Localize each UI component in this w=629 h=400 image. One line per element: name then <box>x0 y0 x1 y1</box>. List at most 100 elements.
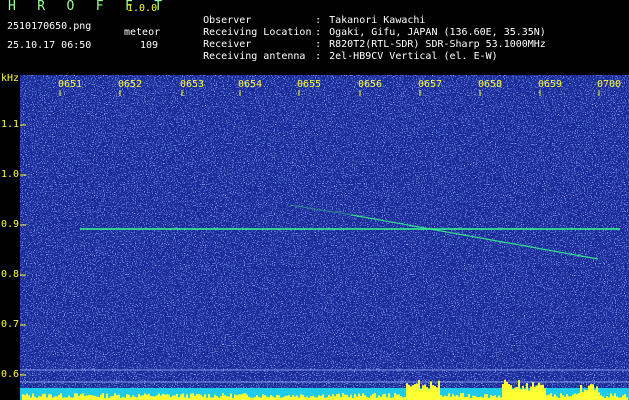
level-bar <box>554 394 556 400</box>
level-bar <box>494 395 496 400</box>
level-bar <box>328 394 330 400</box>
level-bar <box>510 385 512 400</box>
level-bar <box>568 396 570 400</box>
level-bar <box>412 385 414 400</box>
x-tick-label: 0700 <box>597 79 622 90</box>
level-bar <box>416 383 418 400</box>
level-bar <box>58 394 60 400</box>
level-bar <box>502 384 504 400</box>
level-bar <box>424 384 426 400</box>
x-tick-label: 0659 <box>538 79 563 90</box>
level-bar <box>264 395 266 400</box>
level-bar <box>342 393 344 400</box>
level-bar <box>190 393 192 400</box>
level-bar <box>158 393 160 400</box>
level-bar <box>86 395 88 400</box>
level-bar <box>418 379 420 400</box>
level-bar <box>454 396 456 400</box>
x-tick-label: 0657 <box>418 79 443 90</box>
level-bar <box>512 389 514 400</box>
level-bar <box>270 395 272 400</box>
level-bar <box>330 396 332 400</box>
level-bar <box>32 393 34 400</box>
level-bar <box>388 393 390 400</box>
level-bar <box>526 383 528 400</box>
level-bar <box>40 396 42 400</box>
level-bar <box>408 384 410 400</box>
level-bar <box>588 385 590 400</box>
level-bar <box>384 393 386 400</box>
level-bar <box>222 393 224 400</box>
y-tick-label: 1.0 <box>1 169 20 180</box>
level-bar <box>370 395 372 400</box>
level-bar <box>536 385 538 400</box>
level-bar <box>138 394 140 400</box>
level-bar <box>358 393 360 400</box>
level-bar <box>318 395 320 400</box>
level-bar <box>428 389 430 400</box>
level-bar <box>530 386 532 400</box>
level-bar <box>256 395 258 400</box>
level-bar <box>350 394 352 400</box>
level-bar <box>88 394 90 400</box>
level-bar <box>498 395 500 400</box>
level-bar <box>364 395 366 400</box>
level-bar <box>580 385 582 400</box>
level-bar <box>570 396 572 400</box>
x-tick-label: 0652 <box>118 79 143 90</box>
level-bar <box>486 394 488 400</box>
level-bar <box>152 396 154 400</box>
level-bar <box>592 384 594 400</box>
level-bar <box>622 395 624 400</box>
level-bar <box>576 394 578 400</box>
level-bar <box>598 392 600 400</box>
level-bar <box>574 393 576 400</box>
level-bar <box>508 384 510 400</box>
level-bar <box>174 395 176 400</box>
level-bar <box>244 393 246 400</box>
level-bar <box>150 396 152 400</box>
level-bar <box>126 394 128 400</box>
level-bar <box>116 394 118 400</box>
level-bar <box>548 394 550 400</box>
level-bar <box>196 394 198 400</box>
level-bar <box>590 384 592 400</box>
level-bar <box>276 394 278 400</box>
level-bar <box>396 394 398 400</box>
level-bar <box>294 396 296 400</box>
level-bar <box>462 393 464 400</box>
level-bar <box>400 396 402 400</box>
level-bar <box>42 394 44 400</box>
level-bar <box>84 395 86 400</box>
level-bar <box>540 384 542 400</box>
level-bar <box>172 395 174 400</box>
level-bar <box>440 395 442 400</box>
level-bar <box>546 395 548 400</box>
level-bar <box>226 396 228 400</box>
level-bar <box>624 394 626 400</box>
x-tick-label: 0655 <box>297 79 322 90</box>
level-bar <box>286 395 288 400</box>
level-bar <box>142 395 144 400</box>
level-bar <box>176 394 178 400</box>
level-bar <box>516 386 518 400</box>
level-bar <box>506 381 508 400</box>
level-bar <box>148 393 150 400</box>
x-tick-label: 0653 <box>180 79 205 90</box>
level-bar <box>100 394 102 400</box>
level-bar <box>156 395 158 400</box>
level-bar <box>378 395 380 400</box>
level-bar <box>198 393 200 400</box>
level-bar <box>422 385 424 400</box>
level-bar <box>68 395 70 400</box>
y-tick-label: 0.8 <box>1 269 20 280</box>
level-bar <box>202 396 204 400</box>
level-bar <box>522 385 524 400</box>
level-bar <box>514 387 516 400</box>
x-tick-label: 0658 <box>478 79 503 90</box>
level-bar <box>292 394 294 400</box>
level-bar <box>344 394 346 400</box>
level-bar <box>572 394 574 400</box>
level-bar <box>94 396 96 400</box>
level-bar <box>102 393 104 400</box>
